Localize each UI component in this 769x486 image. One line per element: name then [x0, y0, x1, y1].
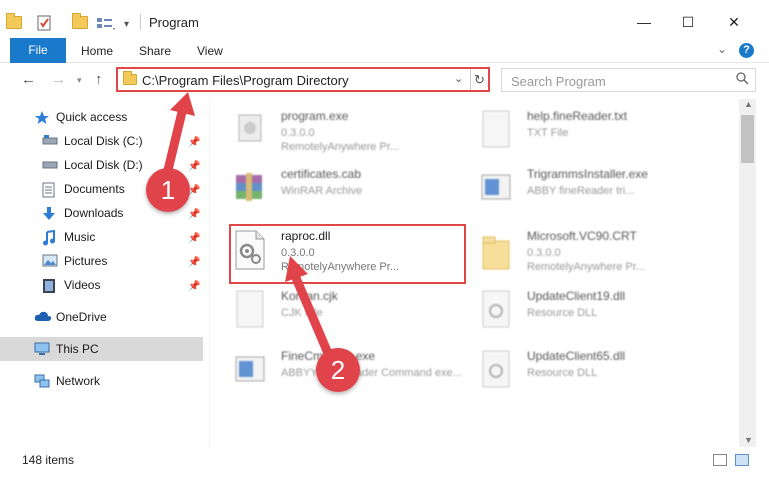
annotation-arrows — [163, 92, 335, 363]
step-2-badge: 2 — [316, 348, 360, 392]
step-1-badge: 1 — [146, 168, 190, 212]
